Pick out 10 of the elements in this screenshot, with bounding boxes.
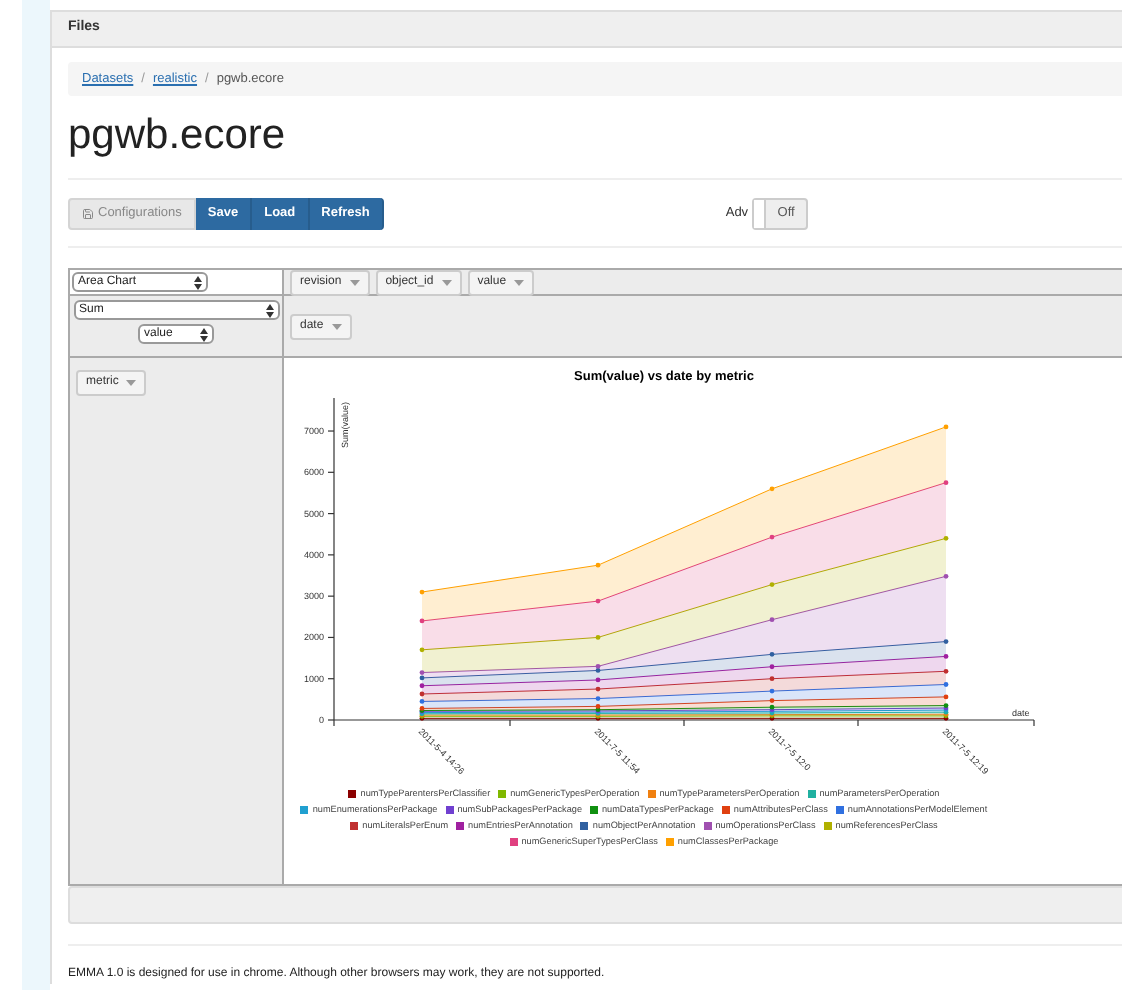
save-icon (82, 207, 94, 219)
select-arrows-icon (194, 275, 202, 289)
page-title: pgwb.ecore (68, 114, 288, 158)
select-arrows-icon (200, 327, 208, 341)
caret-icon (126, 380, 137, 386)
caret-icon (441, 279, 452, 285)
caret-icon (514, 279, 525, 285)
caret-icon (349, 279, 360, 285)
select-arrows-icon (265, 303, 273, 317)
caret-icon (331, 323, 342, 329)
